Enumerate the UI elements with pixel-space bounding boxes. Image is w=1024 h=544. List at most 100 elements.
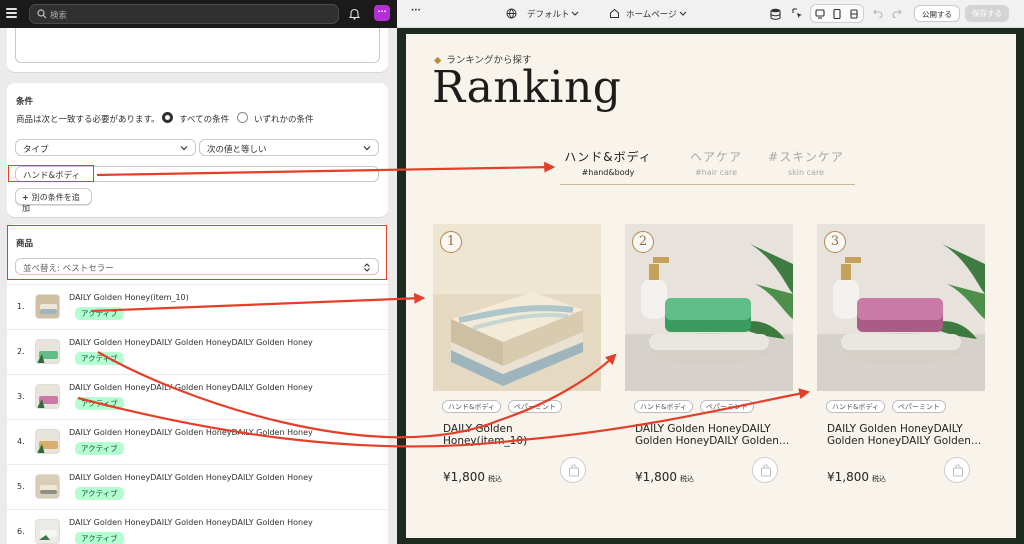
product-image: 3 [817, 224, 985, 391]
product-row[interactable]: 2. DAILY Golden HoneyDAILY Golden HoneyD… [7, 329, 388, 374]
page-select[interactable]: ホームページ [626, 8, 677, 20]
bell-icon[interactable] [349, 8, 360, 20]
product-title[interactable]: DAILY Golden HoneyDAILY Golden HoneyDAIL… [635, 423, 790, 447]
tab-sublabel: #hand&body [581, 168, 635, 177]
theme-editor: ··· デフォルト ホームページ 公開する 保存する ◆ ランキングから探す Ra… [397, 0, 1024, 544]
publish-button[interactable]: 公開する [914, 5, 960, 22]
description-card [7, 28, 388, 72]
add-to-cart-button[interactable] [944, 457, 970, 483]
product-thumbnail [35, 519, 60, 544]
product-title: DAILY Golden HoneyDAILY Golden HoneyDAIL… [69, 428, 313, 437]
rank-badge: 1 [440, 231, 462, 253]
product-row[interactable]: 6. DAILY Golden HoneyDAILY Golden HoneyD… [7, 509, 388, 544]
product-tag[interactable]: ペパーミント [700, 400, 754, 413]
product-thumbnail [35, 429, 60, 454]
redo-icon[interactable] [892, 9, 902, 18]
product-image: 1 [433, 224, 601, 391]
product-row[interactable]: 3. DAILY Golden HoneyDAILY Golden HoneyD… [7, 374, 388, 419]
admin-topbar: 検索 ··· [0, 0, 397, 28]
condition-field-select[interactable]: タイプ [15, 139, 196, 156]
rank-badge: 2 [632, 231, 654, 253]
product-row[interactable]: 1. DAILY Golden Honey(item_10) アクティブ [7, 284, 388, 329]
annotation-box-condition [8, 165, 94, 182]
save-button[interactable]: 保存する [965, 5, 1009, 22]
tab-hand-body[interactable]: ハンド&ボディ #hand&body [560, 148, 656, 177]
tab-hair-care[interactable]: ヘアケア #hair care [668, 148, 764, 177]
product-price: ¥1,800 税込 [443, 470, 502, 484]
condition-operator-value: 次の値と等しい [207, 145, 267, 155]
status-badge: アクティブ [75, 397, 124, 410]
desktop-icon[interactable] [815, 9, 825, 19]
mobile-icon[interactable] [833, 9, 841, 19]
home-icon [610, 8, 619, 18]
price-value: ¥1,800 [827, 470, 869, 484]
fullscreen-icon[interactable] [849, 9, 859, 19]
product-rank: 6. [17, 527, 25, 536]
add-condition-label: 別の条件を追加 [22, 193, 80, 213]
admin-panel: 検索 ··· 条件 商品は次と一致する必要があります。 すべての条件 いずれかの… [0, 0, 397, 544]
product-title: DAILY Golden Honey(item_10) [69, 293, 189, 302]
add-to-cart-button[interactable] [560, 457, 586, 483]
product-row[interactable]: 5. DAILY Golden HoneyDAILY Golden HoneyD… [7, 464, 388, 509]
tab-label: ヘアケア [689, 150, 742, 164]
chevron-down-icon [180, 146, 188, 151]
status-badge: アクティブ [75, 487, 124, 500]
bag-icon [761, 464, 771, 477]
product-thumbnail [35, 474, 60, 499]
more-menu-button[interactable]: ··· [411, 6, 421, 16]
conditions-card: 条件 商品は次と一致する必要があります。 すべての条件 いずれかの条件 タイプ … [7, 83, 388, 217]
search-input[interactable]: 検索 [29, 4, 339, 24]
tab-underline [560, 184, 855, 185]
annotation-box-products [7, 225, 387, 280]
product-tag[interactable]: ハンド&ボディ [442, 400, 501, 413]
rank-badge: 3 [824, 231, 846, 253]
product-rank: 2. [17, 347, 25, 356]
product-tag[interactable]: ペパーミント [892, 400, 946, 413]
inspector-icon[interactable] [792, 8, 803, 19]
product-tag[interactable]: ハンド&ボディ [826, 400, 885, 413]
product-price: ¥1,800 税込 [827, 470, 886, 484]
condition-field-value: タイプ [23, 145, 49, 155]
bag-icon [953, 464, 963, 477]
product-rank: 1. [17, 302, 25, 311]
description-textarea[interactable] [15, 28, 380, 63]
tab-label: ハンド&ボディ [564, 150, 652, 164]
product-title[interactable]: DAILY Golden Honey(item_10) [443, 423, 598, 447]
product-title: DAILY Golden HoneyDAILY Golden HoneyDAIL… [69, 383, 313, 392]
product-title[interactable]: DAILY Golden HoneyDAILY Golden HoneyDAIL… [827, 423, 982, 447]
condition-operator-select[interactable]: 次の値と等しい [199, 139, 379, 156]
product-price: ¥1,800 税込 [635, 470, 694, 484]
product-thumbnail [35, 294, 60, 319]
menu-icon[interactable] [6, 8, 17, 18]
product-tag[interactable]: ハンド&ボディ [634, 400, 693, 413]
search-icon [37, 9, 47, 19]
theme-select[interactable]: デフォルト [527, 8, 570, 20]
add-condition-button[interactable]: + 別の条件を追加 [15, 188, 92, 213]
tax-label: 税込 [872, 475, 886, 483]
tax-label: 税込 [680, 475, 694, 483]
tax-label: 税込 [488, 475, 502, 483]
product-tag[interactable]: ペパーミント [508, 400, 562, 413]
search-placeholder: 検索 [50, 11, 68, 21]
avatar[interactable]: ··· [374, 5, 390, 21]
add-to-cart-button[interactable] [752, 457, 778, 483]
tab-skin-care[interactable]: #スキンケア skin care [758, 148, 854, 177]
radio-all-label: すべての条件 [179, 115, 230, 125]
database-icon[interactable] [770, 8, 781, 20]
radio-any-condition[interactable] [237, 112, 248, 123]
radio-all-conditions[interactable] [162, 112, 173, 123]
product-row[interactable]: 4. DAILY Golden HoneyDAILY Golden HoneyD… [7, 419, 388, 464]
status-badge: アクティブ [75, 532, 124, 544]
status-badge: アクティブ [75, 352, 124, 365]
product-title: DAILY Golden HoneyDAILY Golden HoneyDAIL… [69, 518, 313, 527]
product-rank: 3. [17, 392, 25, 401]
plus-icon: + [22, 193, 29, 202]
product-thumbnail [35, 339, 60, 364]
product-image: 2 [625, 224, 793, 391]
status-badge: アクティブ [75, 442, 124, 455]
undo-icon[interactable] [873, 9, 883, 18]
product-rank: 5. [17, 482, 25, 491]
tab-sublabel: #hair care [694, 168, 738, 177]
device-switcher [810, 4, 864, 23]
chevron-down-icon [571, 11, 579, 16]
